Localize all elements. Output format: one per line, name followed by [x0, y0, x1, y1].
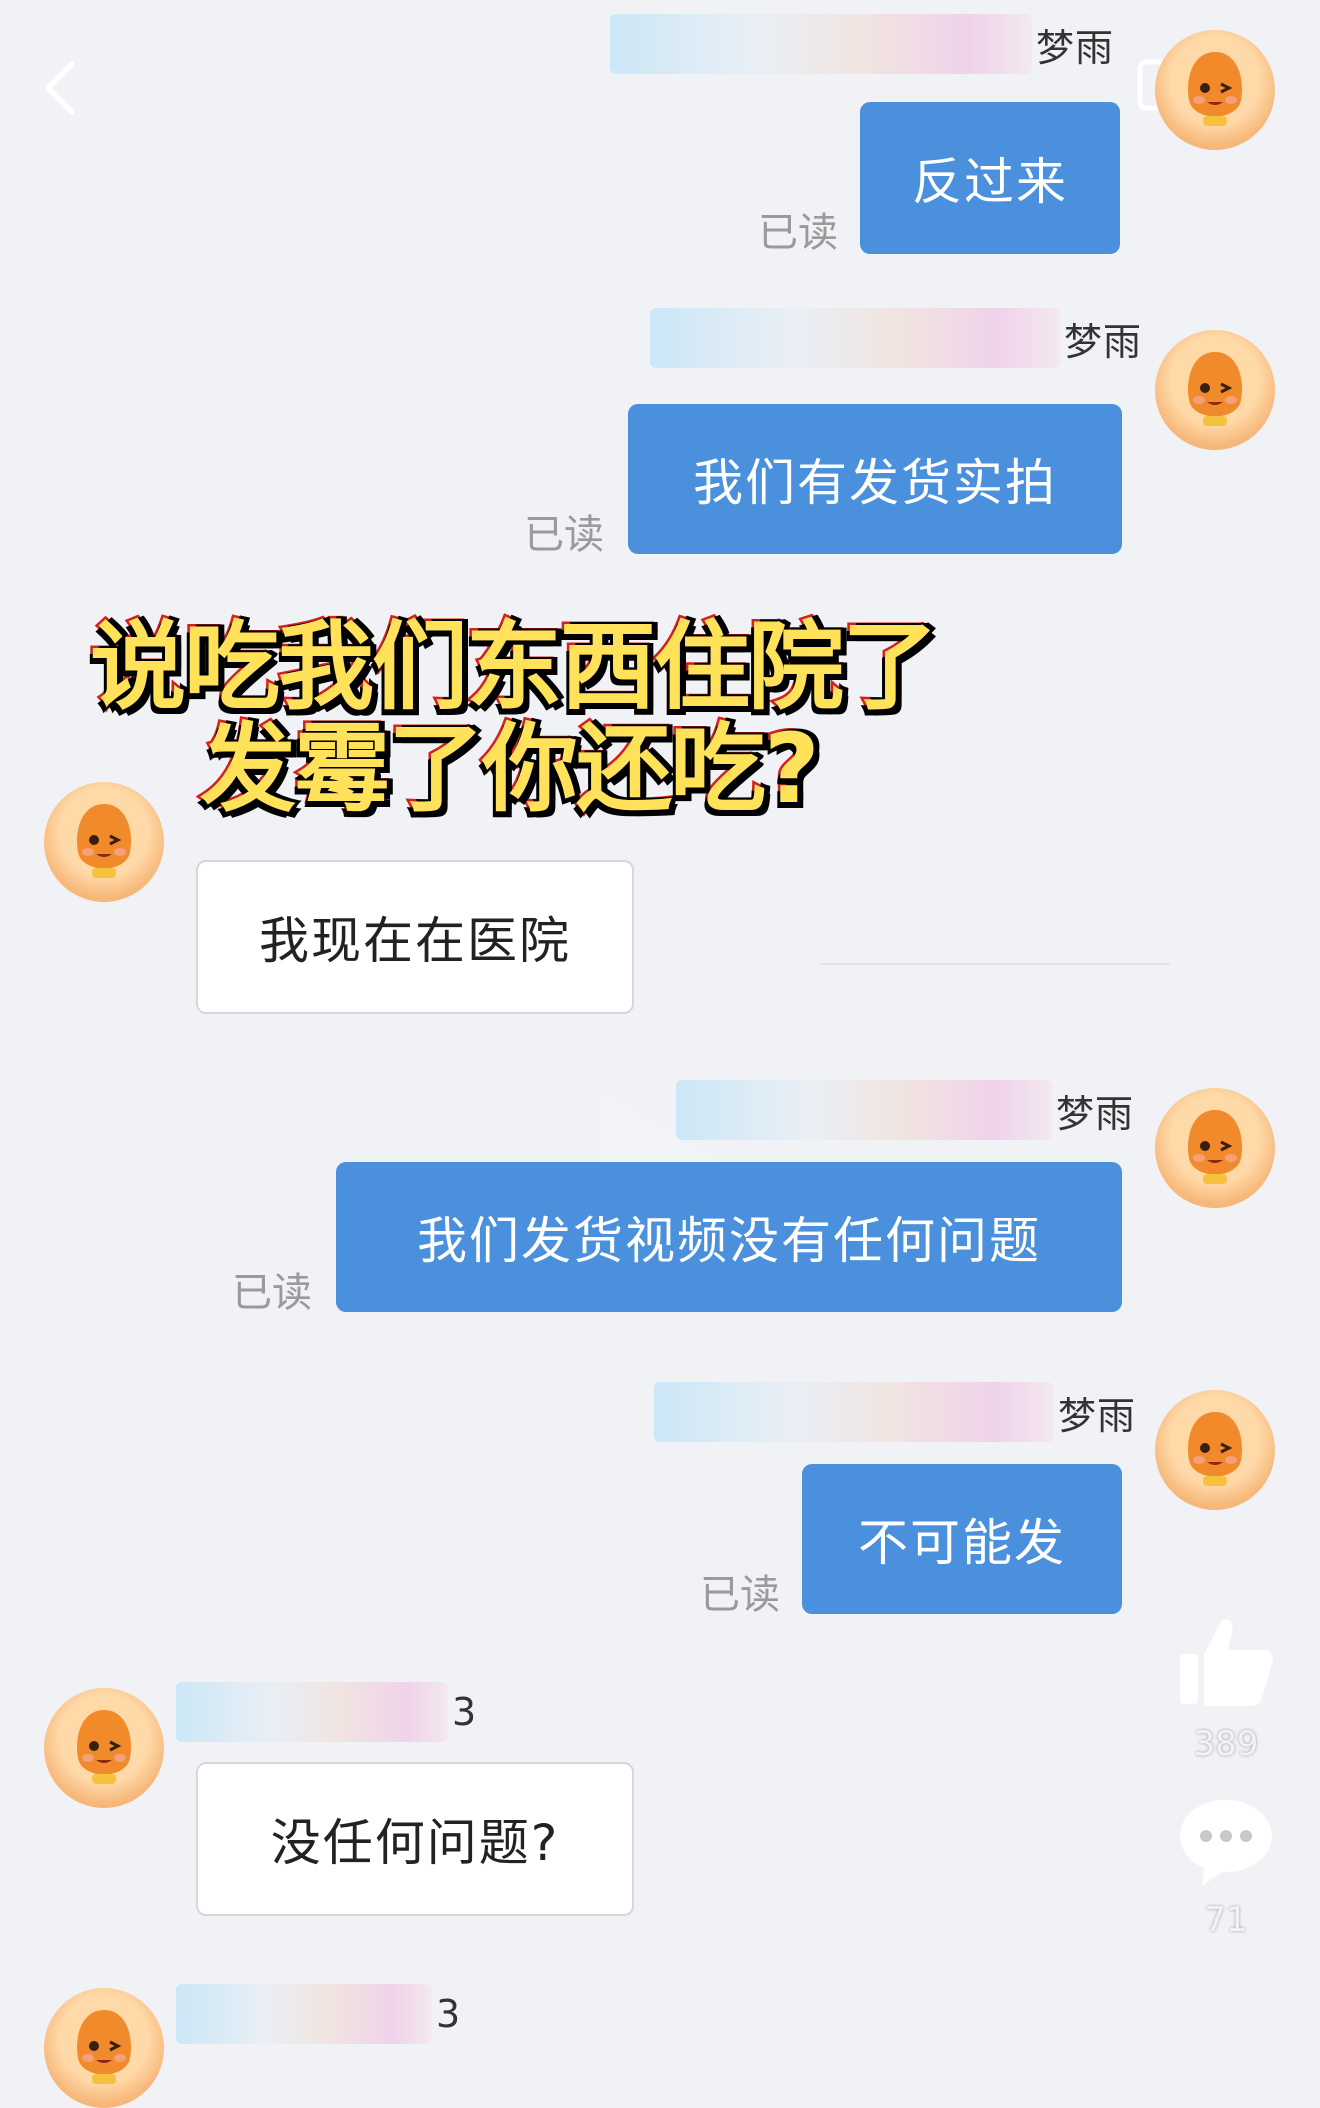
- message-bubble-outgoing[interactable]: 不可能发: [802, 1464, 1122, 1614]
- sender-name: 3: [452, 1690, 478, 1734]
- comment-button[interactable]: [1174, 1794, 1278, 1894]
- sender-name: 梦雨: [1064, 319, 1143, 364]
- avatar[interactable]: [1155, 330, 1275, 450]
- message-bubble-incoming[interactable]: 我现在在医院: [196, 860, 634, 1014]
- sender-name-row: 3: [176, 1984, 461, 2044]
- read-status: 已读: [524, 512, 604, 558]
- avatar[interactable]: [44, 782, 164, 902]
- mascot-avatar-icon: [77, 2010, 131, 2084]
- avatar[interactable]: [1155, 1390, 1275, 1510]
- blurred-name: [176, 1984, 432, 2044]
- blurred-name: [176, 1682, 448, 1742]
- message-bubble-outgoing[interactable]: 我们有发货实拍: [628, 404, 1122, 554]
- like-count: 389: [1193, 1724, 1259, 1764]
- mascot-avatar-icon: [77, 1710, 131, 1784]
- message-bubble-outgoing[interactable]: 反过来: [860, 102, 1120, 254]
- sender-name-row: 3: [176, 1682, 477, 1742]
- thumbs-up-icon: [1180, 1619, 1273, 1706]
- mascot-avatar-icon: [1188, 1412, 1242, 1486]
- avatar[interactable]: [1155, 1088, 1275, 1208]
- divider: [820, 963, 1170, 965]
- avatar[interactable]: [44, 1688, 164, 1808]
- sender-name: 3: [436, 1992, 462, 2036]
- message-text: 我现在在医院: [259, 912, 571, 970]
- video-actions: 389 71: [1156, 1610, 1296, 1940]
- message-text: 没任何问题?: [270, 1814, 560, 1872]
- sender-name: 梦雨: [1056, 1091, 1135, 1136]
- read-status: 已读: [232, 1270, 312, 1316]
- avatar[interactable]: [44, 1988, 164, 2108]
- blurred-name: [610, 14, 1032, 74]
- comment-icon: [1180, 1800, 1272, 1886]
- mascot-avatar-icon: [1188, 1110, 1242, 1184]
- mascot-avatar-icon: [77, 804, 131, 878]
- mascot-avatar-icon: [1188, 352, 1242, 426]
- back-button[interactable]: [38, 58, 82, 118]
- blurred-name: [654, 1382, 1054, 1442]
- message-bubble-outgoing[interactable]: 我们发货视频没有任何问题: [336, 1162, 1122, 1312]
- message-text: 我们发货视频没有任何问题: [417, 1212, 1041, 1270]
- like-button[interactable]: [1174, 1610, 1278, 1718]
- avatar[interactable]: [1155, 30, 1275, 150]
- message-bubble-incoming[interactable]: 没任何问题?: [196, 1762, 634, 1916]
- sender-name-row: 梦雨: [676, 1080, 1134, 1140]
- sender-name: 梦雨: [1058, 1393, 1137, 1438]
- blurred-name: [676, 1080, 1052, 1140]
- caption-line-1: 说吃我们东西住院了: [88, 611, 941, 723]
- read-status: 已读: [758, 210, 838, 256]
- video-caption: 说吃我们东西住院了 发霉了你还吃?: [88, 611, 1080, 825]
- sender-name-row: 梦雨: [654, 1382, 1136, 1442]
- sender-name: 梦雨: [1036, 25, 1115, 70]
- chevron-left-icon: [45, 61, 75, 115]
- comment-count: 71: [1204, 1900, 1248, 1940]
- read-status: 已读: [700, 1572, 780, 1618]
- blurred-name: [650, 308, 1060, 368]
- mascot-avatar-icon: [1188, 52, 1242, 126]
- message-text: 反过来: [912, 153, 1068, 211]
- caption-line-2: 发霉了你还吃?: [198, 713, 823, 825]
- message-text: 不可能发: [858, 1514, 1066, 1572]
- sender-name-row: 梦雨: [610, 14, 1114, 74]
- message-text: 我们有发货实拍: [693, 454, 1057, 512]
- sender-name-row: 梦雨: [650, 308, 1142, 368]
